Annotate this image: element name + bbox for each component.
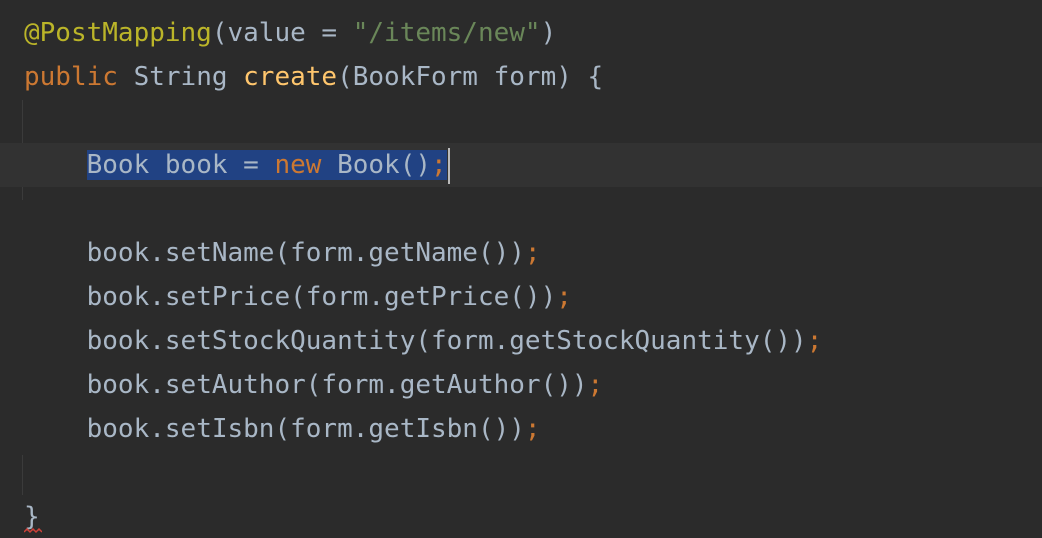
text-caret — [447, 147, 450, 184]
code-line-8[interactable]: book.setStockQuantity(form.getStockQuant… — [0, 319, 1042, 363]
string-literal: "/items/new" — [352, 18, 541, 48]
code-text: book.setIsbn(form.getIsbn()) — [86, 414, 525, 444]
semicolon: ; — [524, 238, 541, 268]
semicolon: ; — [431, 150, 447, 180]
code-text: ) — [540, 18, 557, 48]
method-name: create — [243, 62, 338, 92]
code-text: book.setStockQuantity(form.getStockQuant… — [86, 326, 807, 356]
code-line-4-current[interactable]: Book book = new Book(); — [0, 143, 1042, 187]
code-text: String — [117, 62, 244, 92]
code-line-6[interactable]: book.setName(form.getName()); — [0, 231, 1042, 275]
code-line-12[interactable]: } — [0, 495, 1042, 538]
selected-text[interactable]: Book book = new Book(); — [86, 150, 447, 180]
code-line-10[interactable]: book.setIsbn(form.getIsbn()); — [0, 407, 1042, 451]
semicolon: ; — [587, 370, 604, 400]
code-text: (value = — [211, 18, 353, 48]
warning-squiggle-icon[interactable] — [24, 528, 42, 534]
semicolon: ; — [556, 282, 572, 312]
code-text: book.setAuthor(form.getAuthor()) — [86, 370, 588, 400]
code-text: Book book = — [86, 150, 275, 180]
code-text: Book() — [321, 150, 432, 180]
code-line-2[interactable]: public String create(BookForm form) { — [0, 55, 1042, 99]
indent-guide — [22, 455, 23, 495]
semicolon: ; — [806, 326, 823, 356]
code-line-1[interactable]: @PostMapping(value = "/items/new") — [0, 11, 1042, 55]
code-text: book.setName(form.getName()) — [86, 238, 525, 268]
code-line-9[interactable]: book.setAuthor(form.getAuthor()); — [0, 363, 1042, 407]
code-text: book.setPrice(form.getPrice()) — [86, 282, 557, 312]
code-line-7[interactable]: book.setPrice(form.getPrice()); — [0, 275, 1042, 319]
annotation-token: @PostMapping — [24, 18, 212, 48]
semicolon: ; — [524, 414, 541, 444]
code-editor[interactable]: @PostMapping(value = "/items/new") publi… — [0, 0, 1042, 538]
keyword-token: public — [24, 62, 118, 92]
code-text: (BookForm form) { — [337, 62, 604, 92]
keyword-token: new — [274, 150, 322, 180]
